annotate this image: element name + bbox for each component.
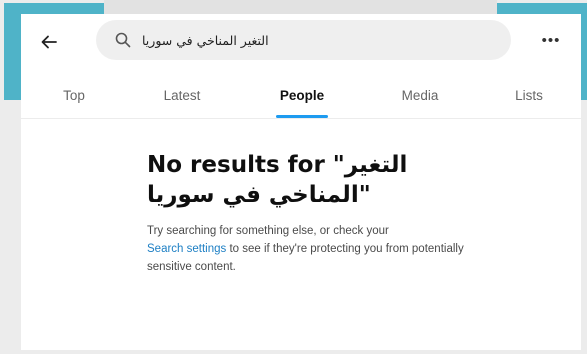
search-input[interactable] <box>142 20 492 60</box>
search-header: ••• <box>21 14 581 70</box>
tabs-divider <box>21 118 581 119</box>
tab-media[interactable]: Media <box>365 70 475 120</box>
tab-top[interactable]: Top <box>21 70 129 120</box>
more-options-button[interactable]: ••• <box>536 31 566 49</box>
empty-state: No results for "التغير المناخي في سوريا"… <box>147 150 477 276</box>
tab-latest[interactable]: Latest <box>127 70 237 120</box>
empty-state-title-line2: المناخي في سوريا" <box>147 182 371 208</box>
search-results-window: ••• Top Latest People Media Lists No res… <box>21 14 581 350</box>
empty-state-message: Try searching for something else, or che… <box>147 222 472 276</box>
top-gray-strip <box>104 0 497 14</box>
arrow-left-icon <box>41 35 57 49</box>
search-settings-link[interactable]: Search settings <box>147 243 226 255</box>
tab-lists[interactable]: Lists <box>474 70 581 120</box>
empty-state-title: No results for "التغير المناخي في سوريا" <box>147 150 477 210</box>
tab-people[interactable]: People <box>247 70 357 120</box>
empty-state-title-line1: No results for "التغير <box>147 152 408 178</box>
empty-state-text-before-link: Try searching for something else, or che… <box>147 225 389 237</box>
back-button[interactable] <box>35 28 63 56</box>
search-icon <box>115 32 131 48</box>
search-tabs: Top Latest People Media Lists <box>21 70 581 120</box>
search-box[interactable] <box>96 20 511 60</box>
more-horizontal-icon: ••• <box>541 31 561 49</box>
